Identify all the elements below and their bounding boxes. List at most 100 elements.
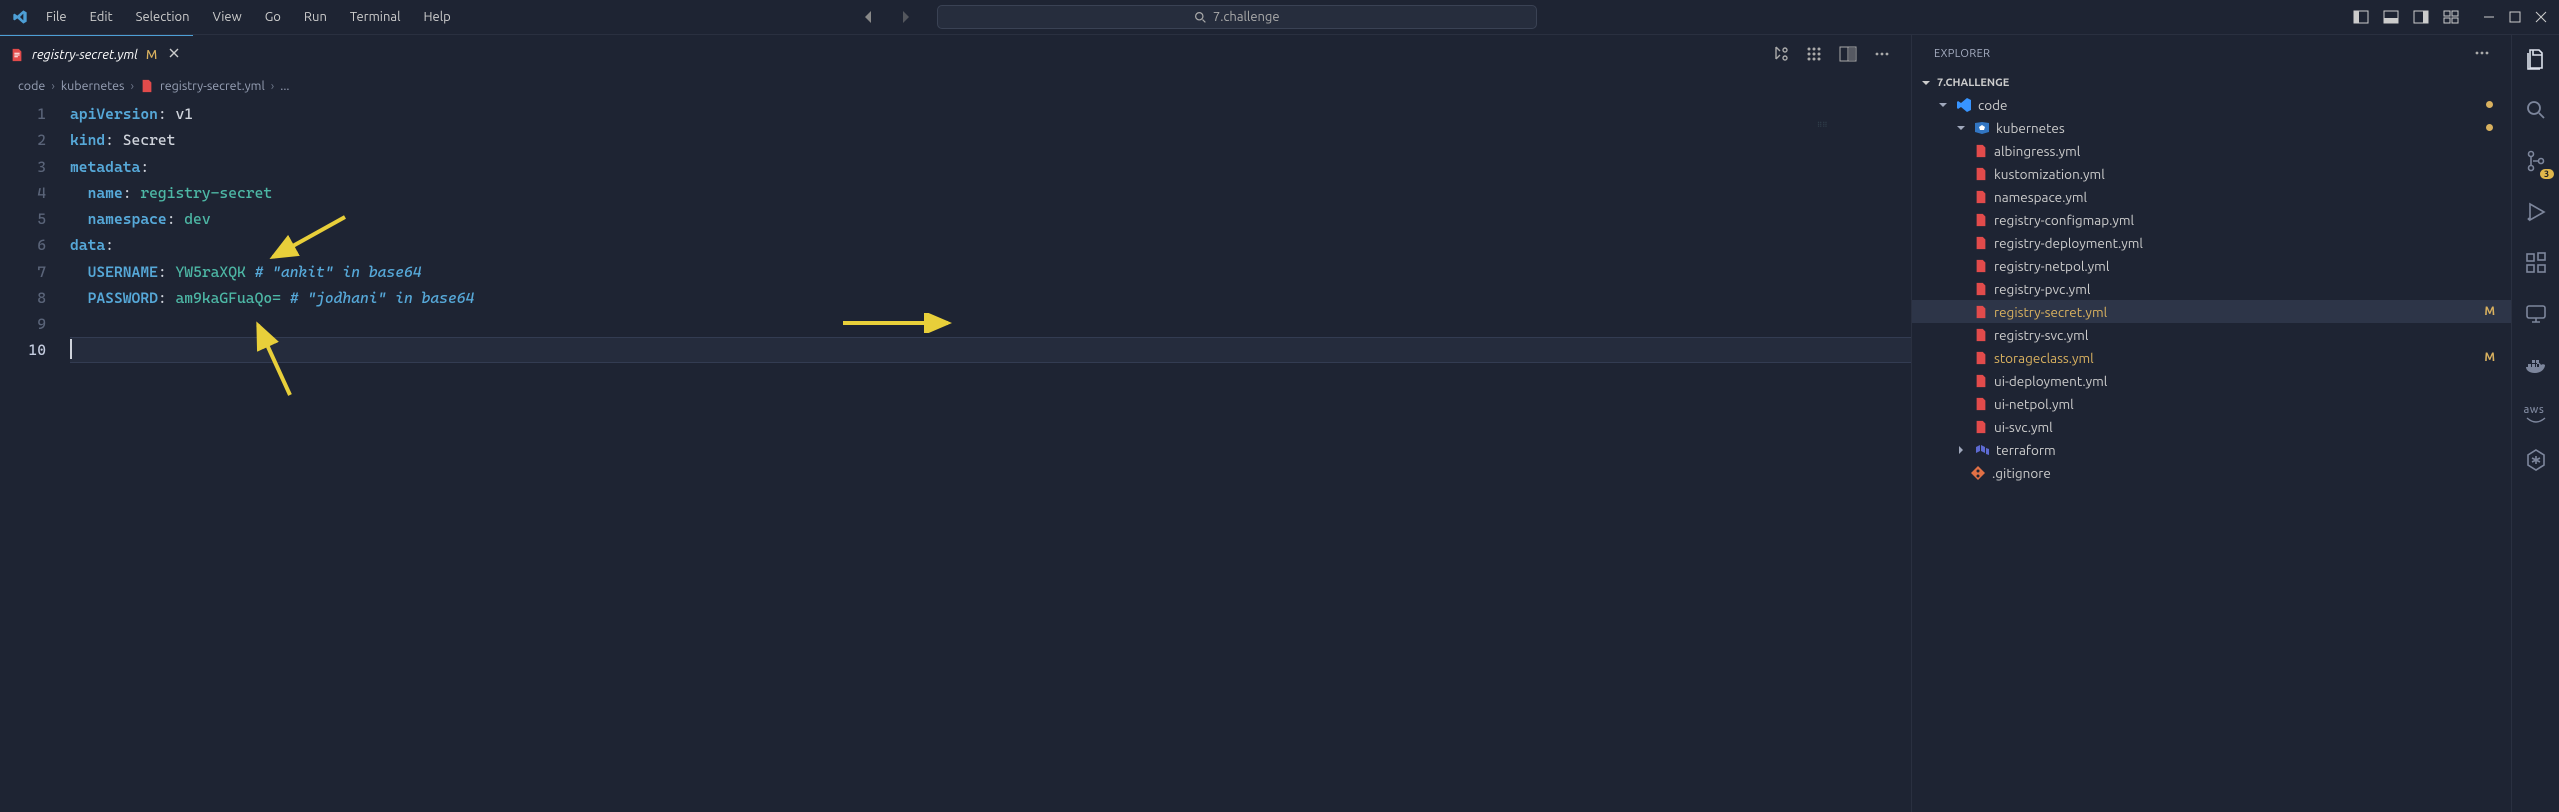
run-debug-icon[interactable] bbox=[2524, 200, 2548, 227]
layout4-icon[interactable] bbox=[2443, 9, 2459, 25]
minimize-icon[interactable] bbox=[2483, 11, 2495, 23]
modified-badge: M bbox=[2484, 305, 2495, 318]
yaml-file-icon bbox=[1974, 351, 1988, 365]
title-bar-right bbox=[2353, 9, 2547, 25]
grid-icon[interactable] bbox=[1805, 45, 1823, 63]
vscode-icon bbox=[12, 9, 28, 25]
split-icon[interactable] bbox=[1839, 45, 1857, 63]
menu-bar: File Edit Selection View Go Run Terminal… bbox=[36, 6, 461, 28]
gutter: 12345678910 bbox=[0, 99, 70, 812]
chevron-right-icon: › bbox=[130, 79, 134, 93]
tree-file[interactable]: albingress.yml bbox=[1912, 139, 2511, 162]
tree-file[interactable]: registry-pvc.yml bbox=[1912, 277, 2511, 300]
yaml-file-icon bbox=[1974, 144, 1988, 158]
tree-file[interactable]: registry-svc.yml bbox=[1912, 323, 2511, 346]
tree-file[interactable]: ui-deployment.yml bbox=[1912, 369, 2511, 392]
menu-terminal[interactable]: Terminal bbox=[340, 6, 411, 28]
explorer-panel: EXPLORER 7.CHALLENGE code kubernetes bbox=[1911, 35, 2511, 812]
nav-arrows bbox=[861, 9, 913, 25]
forward-icon[interactable] bbox=[897, 9, 913, 25]
yaml-file-icon bbox=[1974, 236, 1988, 250]
yaml-file-icon bbox=[1974, 190, 1988, 204]
maximize-icon[interactable] bbox=[2509, 11, 2521, 23]
yaml-file-icon bbox=[1974, 213, 1988, 227]
tree-file[interactable]: namespace.yml bbox=[1912, 185, 2511, 208]
aws-icon[interactable]: aws bbox=[2524, 404, 2548, 424]
terraform-folder-icon bbox=[1974, 442, 1990, 458]
explorer-header: EXPLORER bbox=[1912, 35, 2511, 73]
yaml-file-icon bbox=[1974, 420, 1988, 434]
crumb-code[interactable]: code bbox=[18, 79, 45, 93]
docker-icon[interactable] bbox=[2524, 353, 2548, 380]
menu-file[interactable]: File bbox=[36, 6, 77, 28]
hexagon-icon[interactable] bbox=[2524, 448, 2548, 475]
tree-folder-kubernetes[interactable]: kubernetes bbox=[1912, 116, 2511, 139]
crumb-more[interactable]: ... bbox=[280, 79, 289, 93]
crumb-kubernetes[interactable]: kubernetes bbox=[61, 79, 125, 93]
menu-help[interactable]: Help bbox=[413, 6, 460, 28]
command-center[interactable]: 7.challenge bbox=[937, 5, 1537, 29]
scm-badge: 3 bbox=[2540, 169, 2554, 179]
tree-section-header[interactable]: 7.CHALLENGE bbox=[1912, 73, 2511, 93]
tree-file[interactable]: ui-netpol.yml bbox=[1912, 392, 2511, 415]
breadcrumb[interactable]: code › kubernetes › registry-secret.yml … bbox=[0, 73, 1911, 99]
tree-folder-terraform[interactable]: terraform bbox=[1912, 438, 2511, 461]
tree-file[interactable]: registry-configmap.yml bbox=[1912, 208, 2511, 231]
modified-dot bbox=[2486, 124, 2493, 131]
modified-dot bbox=[2486, 101, 2493, 108]
explorer-icon[interactable] bbox=[2524, 47, 2548, 74]
more-icon[interactable] bbox=[1873, 45, 1891, 63]
remote-icon[interactable] bbox=[2524, 302, 2548, 329]
source-control-icon[interactable]: 3 bbox=[2524, 149, 2548, 176]
tree-file[interactable]: kustomization.yml bbox=[1912, 162, 2511, 185]
search-icon[interactable] bbox=[2524, 98, 2548, 125]
menu-go[interactable]: Go bbox=[255, 6, 291, 28]
layout3-icon[interactable] bbox=[2413, 9, 2429, 25]
chevron-right-icon: › bbox=[271, 79, 275, 93]
modified-badge: M bbox=[146, 48, 157, 62]
yaml-file-icon bbox=[1974, 374, 1988, 388]
main-area: registry-secret.yml M code › kubernetes … bbox=[0, 35, 2559, 812]
tab-close-icon[interactable] bbox=[165, 44, 183, 65]
crumb-file[interactable]: registry-secret.yml bbox=[160, 79, 265, 93]
kubernetes-folder-icon bbox=[1974, 120, 1990, 136]
compare-icon[interactable] bbox=[1771, 45, 1789, 63]
yaml-file-icon bbox=[1974, 282, 1988, 296]
tree-file[interactable]: storageclass.ymlM bbox=[1912, 346, 2511, 369]
tree-file[interactable]: registry-netpol.yml bbox=[1912, 254, 2511, 277]
tree-folder-code[interactable]: code bbox=[1912, 93, 2511, 116]
tree-file-registry-secret[interactable]: registry-secret.ymlM bbox=[1912, 300, 2511, 323]
tree-file[interactable]: ui-svc.yml bbox=[1912, 415, 2511, 438]
modified-badge: M bbox=[2484, 351, 2495, 364]
menu-selection[interactable]: Selection bbox=[126, 6, 200, 28]
back-icon[interactable] bbox=[861, 9, 877, 25]
vscode-icon bbox=[1956, 97, 1972, 113]
editor-body[interactable]: 12345678910 ⠿⠿ apiVersion: v1 kind: Secr… bbox=[0, 99, 1911, 812]
tree-file-gitignore[interactable]: .gitignore bbox=[1912, 461, 2511, 484]
search-icon bbox=[1194, 11, 1207, 24]
yaml-file-icon bbox=[1974, 328, 1988, 342]
chevron-down-icon bbox=[1920, 77, 1932, 89]
layout2-icon[interactable] bbox=[2383, 9, 2399, 25]
yaml-file-icon bbox=[1974, 259, 1988, 273]
menu-view[interactable]: View bbox=[203, 6, 252, 28]
title-bar: File Edit Selection View Go Run Terminal… bbox=[0, 0, 2559, 35]
extensions-icon[interactable] bbox=[2524, 251, 2548, 278]
editor-panel: registry-secret.yml M code › kubernetes … bbox=[0, 35, 1911, 812]
menu-edit[interactable]: Edit bbox=[80, 6, 123, 28]
menu-run[interactable]: Run bbox=[294, 6, 337, 28]
close-icon[interactable] bbox=[2535, 11, 2547, 23]
tab-registry-secret[interactable]: registry-secret.yml M bbox=[0, 35, 193, 73]
more-icon[interactable] bbox=[2473, 44, 2491, 65]
layout1-icon[interactable] bbox=[2353, 9, 2369, 25]
activity-bar: 3 aws bbox=[2511, 35, 2559, 812]
chevron-right-icon bbox=[1954, 444, 1968, 456]
tabbar-actions bbox=[1771, 45, 1891, 63]
file-tree: 7.CHALLENGE code kubernetes albingress.y… bbox=[1912, 73, 2511, 484]
tab-bar: registry-secret.yml M bbox=[0, 35, 1911, 73]
yaml-file-icon bbox=[140, 79, 154, 93]
yaml-file-icon bbox=[10, 48, 24, 62]
tree-file[interactable]: registry-deployment.yml bbox=[1912, 231, 2511, 254]
code-area[interactable]: ⠿⠿ apiVersion: v1 kind: Secret metadata:… bbox=[70, 99, 1911, 812]
git-icon bbox=[1970, 465, 1986, 481]
